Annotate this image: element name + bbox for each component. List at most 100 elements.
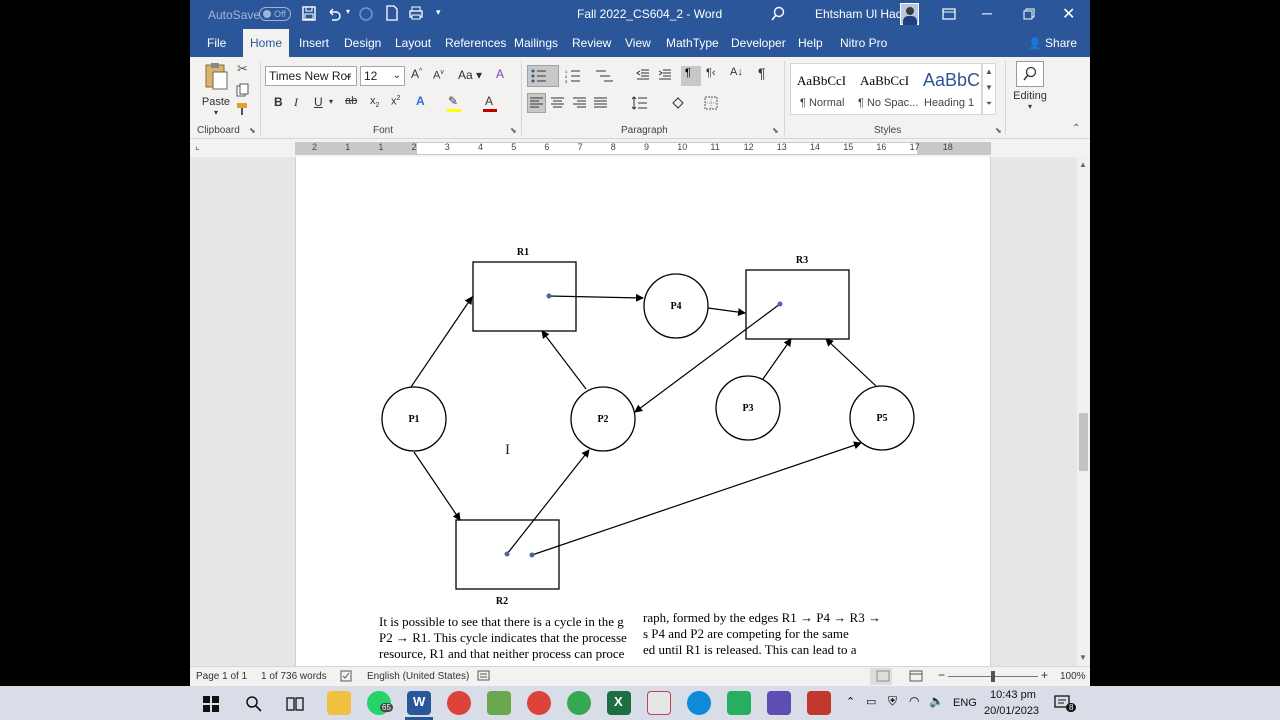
volume-icon[interactable]: 🔈 bbox=[929, 694, 944, 708]
undo-icon[interactable] bbox=[326, 6, 342, 22]
clear-formatting-icon[interactable]: A bbox=[496, 67, 504, 81]
avatar[interactable] bbox=[900, 3, 919, 25]
chevron-up-icon[interactable]: ▲ bbox=[983, 64, 995, 80]
tab-mailings[interactable]: Mailings bbox=[514, 29, 558, 57]
whatsapp-icon[interactable]: 65 bbox=[367, 691, 393, 715]
shading-icon[interactable] bbox=[670, 96, 686, 110]
strikethrough-icon[interactable]: ab bbox=[345, 95, 357, 107]
chrome-icon[interactable] bbox=[447, 691, 471, 715]
chevron-down-icon[interactable]: ▼ bbox=[983, 80, 995, 96]
more-styles-icon[interactable]: ⏷ bbox=[983, 96, 995, 112]
recorder-icon[interactable] bbox=[807, 691, 831, 715]
search-icon[interactable] bbox=[245, 695, 263, 713]
style-heading-1[interactable]: AaBbC Heading 1 bbox=[919, 64, 981, 114]
tab-references[interactable]: References bbox=[445, 29, 506, 57]
line-spacing-icon[interactable] bbox=[632, 96, 648, 110]
horizontal-ruler[interactable]: 2 1 1 2 3 4 5 6 7 8 9 10 11 12 13 14 15 16 17 18 bbox=[295, 142, 991, 155]
paint-icon[interactable] bbox=[487, 691, 511, 715]
undo-dropdown-icon[interactable]: ▾ bbox=[346, 7, 350, 16]
minimize-icon[interactable]: ─ bbox=[982, 5, 992, 21]
file-explorer-icon[interactable] bbox=[327, 691, 351, 715]
decrease-indent-icon[interactable] bbox=[636, 69, 650, 81]
tab-review[interactable]: Review bbox=[572, 29, 611, 57]
chrome-icon[interactable] bbox=[527, 691, 551, 715]
underline-dropdown-icon[interactable]: ▾ bbox=[329, 97, 333, 106]
tab-view[interactable]: View bbox=[625, 29, 651, 57]
scroll-thumb[interactable] bbox=[1079, 413, 1088, 471]
excel-icon[interactable]: X bbox=[607, 691, 631, 715]
align-center-icon[interactable] bbox=[551, 97, 565, 109]
change-case-icon[interactable]: Aa ▾ bbox=[458, 68, 482, 82]
bullets-button[interactable] bbox=[527, 65, 559, 87]
font-color-icon[interactable]: A bbox=[485, 94, 493, 108]
zoom-in-icon[interactable]: + bbox=[1041, 668, 1048, 682]
format-painter-icon[interactable] bbox=[236, 102, 250, 116]
language[interactable]: English (United States) bbox=[367, 671, 469, 682]
increase-indent-icon[interactable] bbox=[658, 69, 672, 81]
vertical-scrollbar[interactable]: ▲ ▼ bbox=[1077, 157, 1090, 666]
tab-layout[interactable]: Layout bbox=[395, 29, 431, 57]
font-launcher-icon[interactable]: ⬊ bbox=[510, 126, 517, 135]
paragraph-launcher-icon[interactable]: ⬊ bbox=[772, 126, 779, 135]
tab-selector-icon[interactable]: ⌞ bbox=[195, 141, 200, 152]
style-no-spacing[interactable]: AaBbCcI ¶ No Spac... bbox=[855, 64, 919, 114]
paste-button[interactable]: Paste ▾ bbox=[200, 61, 232, 117]
rtl-icon[interactable]: ¶‹ bbox=[706, 67, 716, 79]
clock-time[interactable]: 10:43 pm bbox=[990, 689, 1036, 701]
style-normal[interactable]: AaBbCcI ¶ Normal bbox=[791, 64, 855, 114]
scroll-down-icon[interactable]: ▼ bbox=[1079, 653, 1087, 662]
borders-icon[interactable] bbox=[704, 96, 718, 110]
close-icon[interactable]: ✕ bbox=[1062, 4, 1075, 24]
tab-file[interactable]: File bbox=[207, 29, 226, 57]
wifi-icon[interactable]: ◠ bbox=[909, 694, 919, 708]
language-indicator[interactable]: ENG bbox=[953, 697, 977, 709]
bold-icon[interactable]: B bbox=[274, 95, 283, 109]
clock-date[interactable]: 20/01/2023 bbox=[984, 705, 1039, 717]
subscript-icon[interactable]: x2 bbox=[370, 95, 379, 109]
shrink-font-icon[interactable]: Av bbox=[433, 69, 444, 82]
visual-studio-icon[interactable] bbox=[767, 691, 791, 715]
align-left-button[interactable] bbox=[527, 93, 546, 113]
chrome-icon[interactable] bbox=[567, 691, 591, 715]
grow-font-icon[interactable]: A^ bbox=[411, 67, 422, 81]
tab-nitro-pro[interactable]: Nitro Pro bbox=[840, 29, 887, 57]
camtasia-icon[interactable] bbox=[727, 691, 751, 715]
task-view-icon[interactable] bbox=[286, 695, 304, 713]
highlight-icon[interactable]: ✎ bbox=[448, 94, 458, 108]
tab-design[interactable]: Design bbox=[344, 29, 381, 57]
macro-icon[interactable] bbox=[477, 670, 491, 682]
superscript-icon[interactable]: x2 bbox=[391, 95, 400, 108]
italic-icon[interactable]: I bbox=[294, 95, 298, 110]
copy-icon[interactable] bbox=[236, 83, 250, 97]
ribbon-display-icon[interactable] bbox=[942, 8, 956, 20]
edge-icon[interactable] bbox=[687, 691, 711, 715]
clipboard-launcher-icon[interactable]: ⬊ bbox=[249, 126, 256, 135]
battery-icon[interactable]: ▭ bbox=[866, 695, 876, 708]
search-icon[interactable] bbox=[770, 6, 786, 22]
word-taskbar-icon[interactable]: W bbox=[407, 691, 431, 715]
justify-icon[interactable] bbox=[594, 97, 608, 109]
print-icon[interactable] bbox=[408, 5, 424, 21]
tab-developer[interactable]: Developer bbox=[731, 29, 786, 57]
proofing-icon[interactable] bbox=[340, 670, 354, 682]
customize-qat-icon[interactable]: ▾ bbox=[436, 7, 441, 18]
web-layout-icon[interactable] bbox=[909, 670, 923, 682]
editing-button[interactable]: Editing ▾ bbox=[1012, 61, 1048, 111]
numbering-icon[interactable]: 123 bbox=[565, 69, 581, 83]
restore-icon[interactable] bbox=[1023, 8, 1035, 20]
print-layout-button[interactable] bbox=[870, 668, 892, 685]
tab-mathtype[interactable]: MathType bbox=[666, 29, 719, 57]
show-formatting-icon[interactable]: ¶ bbox=[758, 65, 766, 81]
sort-icon[interactable]: A↓ bbox=[730, 66, 743, 78]
zoom-out-icon[interactable]: − bbox=[938, 668, 945, 682]
ltr-button[interactable]: ¶ bbox=[681, 66, 701, 86]
align-right-icon[interactable] bbox=[573, 97, 587, 109]
scroll-up-icon[interactable]: ▲ bbox=[1079, 160, 1087, 169]
multilevel-list-icon[interactable] bbox=[594, 69, 614, 83]
cut-icon[interactable]: ✂ bbox=[237, 61, 248, 77]
underline-icon[interactable]: U bbox=[314, 95, 323, 109]
word-count[interactable]: 1 of 736 words bbox=[261, 671, 327, 682]
tab-home[interactable]: Home bbox=[243, 29, 289, 57]
security-icon[interactable]: ⛨ bbox=[888, 694, 897, 709]
text-effects-icon[interactable]: A bbox=[416, 94, 425, 108]
